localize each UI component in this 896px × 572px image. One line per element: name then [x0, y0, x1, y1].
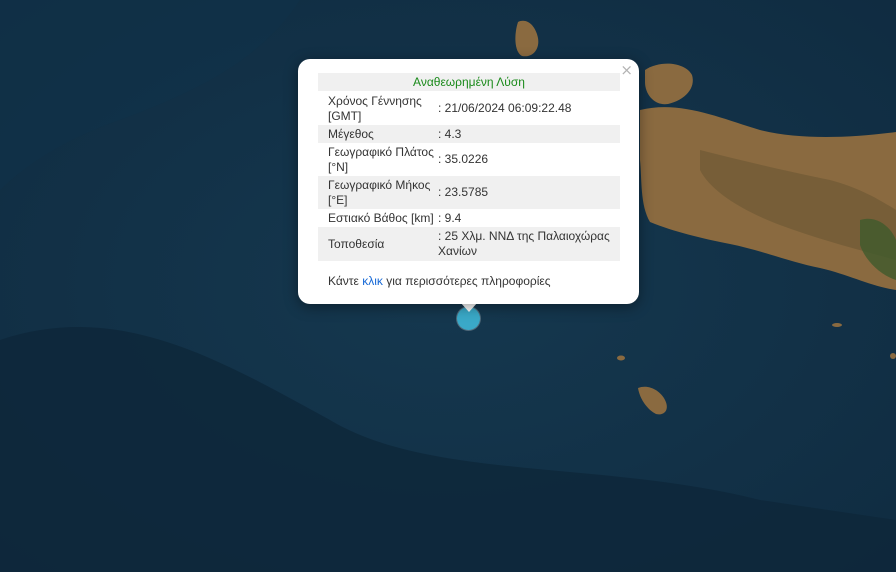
row-value-longitude: : 23.5785	[438, 185, 489, 199]
row-value-location: : 25 Χλμ. ΝΝΔ της Παλαιοχώρας Χανίων	[438, 229, 610, 258]
table-row: Γεωγραφικό Μήκος [°E] : 23.5785	[318, 176, 620, 209]
popup-title: Αναθεωρημένη Λύση	[318, 73, 620, 91]
row-value-latitude: : 35.0226	[438, 152, 489, 166]
footer-prefix: Κάντε	[328, 274, 359, 288]
table-row: Μέγεθος : 4.3	[318, 125, 620, 143]
close-icon[interactable]: ×	[620, 62, 633, 78]
row-label-latitude: Γεωγραφικό Πλάτος [°N]	[328, 144, 434, 174]
earthquake-info-table: Χρόνος Γέννησης [GMT] : 21/06/2024 06:09…	[318, 92, 620, 261]
row-label-depth: Εστιακό Βάθος [km]	[328, 210, 434, 225]
row-label-location: Τοποθεσία	[328, 236, 385, 251]
row-label-longitude: Γεωγραφικό Μήκος [°E]	[328, 177, 431, 207]
more-info-link[interactable]: κλικ	[362, 274, 383, 288]
satellite-map[interactable]: × Αναθεωρημένη Λύση Χρόνος Γέννησης [GMT…	[0, 0, 896, 572]
row-value-magnitude: : 4.3	[438, 126, 462, 141]
table-row: Εστιακό Βάθος [km] : 9.4	[318, 209, 620, 227]
footer-suffix: για περισσότερες πληροφορίες	[386, 274, 551, 288]
earthquake-info-popup: × Αναθεωρημένη Λύση Χρόνος Γέννησης [GMT…	[298, 59, 639, 304]
row-value-origin-time: : 21/06/2024 06:09:22.48	[438, 101, 572, 115]
table-row: Χρόνος Γέννησης [GMT] : 21/06/2024 06:09…	[318, 92, 620, 125]
row-label-magnitude: Μέγεθος	[328, 126, 374, 141]
table-row: Τοποθεσία : 25 Χλμ. ΝΝΔ της Παλαιοχώρας …	[318, 227, 620, 261]
table-row: Γεωγραφικό Πλάτος [°N] : 35.0226	[318, 143, 620, 176]
row-value-depth: : 9.4	[438, 210, 462, 225]
popup-footer: Κάντε κλικ για περισσότερες πληροφορίες	[328, 274, 551, 288]
row-label-origin-time: Χρόνος Γέννησης [GMT]	[328, 93, 422, 123]
